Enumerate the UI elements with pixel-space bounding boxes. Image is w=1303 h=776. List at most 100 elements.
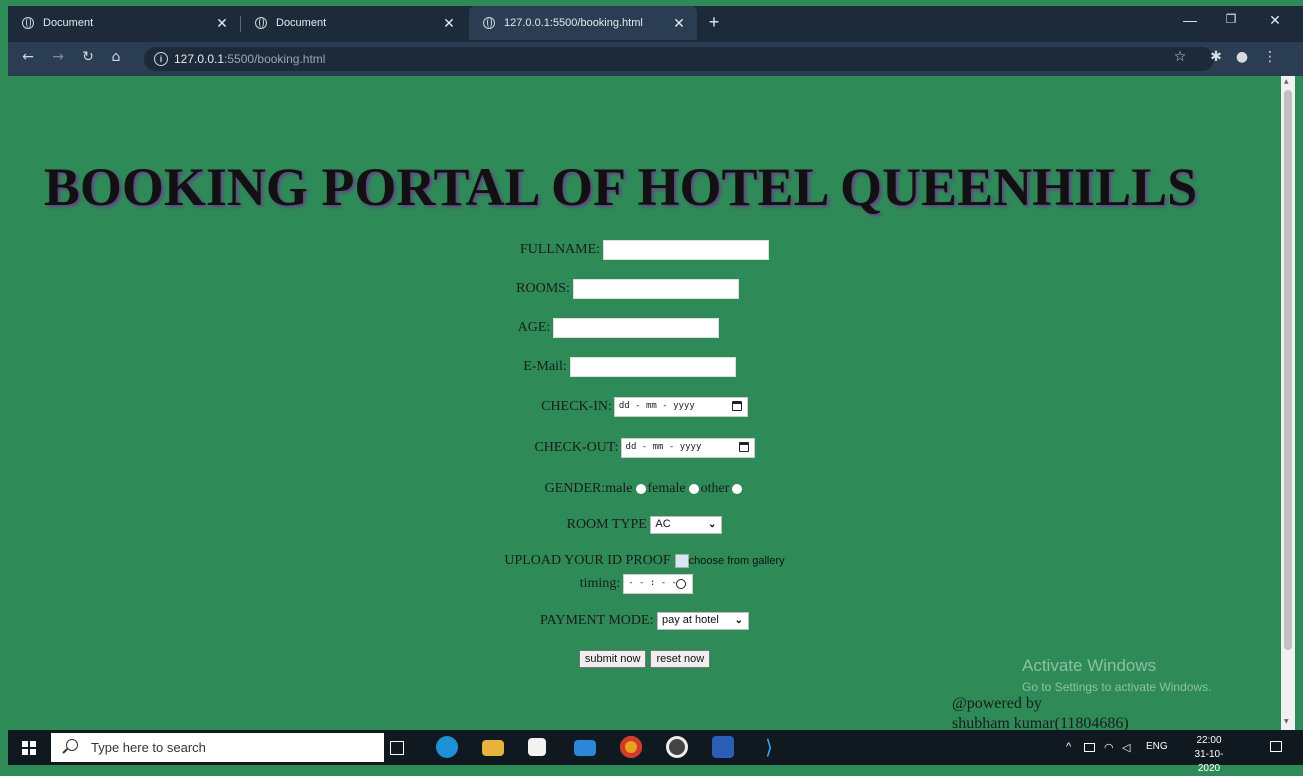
globe-icon <box>255 17 267 29</box>
taskbar-clock[interactable]: 22:00 31-10-2020 <box>1184 734 1234 776</box>
reset-button[interactable]: reset now <box>650 650 711 668</box>
email-label: E-Mail: <box>523 359 567 374</box>
checkin-date-input[interactable]: dd - mm - yyyy <box>613 397 748 417</box>
forward-arrow-icon[interactable]: → <box>48 49 68 65</box>
file-explorer-icon[interactable] <box>482 740 504 756</box>
word-icon[interactable] <box>712 736 734 758</box>
mail-icon[interactable] <box>574 740 596 756</box>
calendar-icon[interactable] <box>738 442 749 452</box>
powered-by-line: @powered by <box>952 695 1042 712</box>
close-icon[interactable]: ✕ <box>214 15 230 31</box>
restore-icon[interactable]: ❐ <box>1216 12 1246 26</box>
watermark-title: Activate Windows <box>1022 656 1157 675</box>
close-icon[interactable]: ✕ <box>441 15 457 31</box>
home-icon[interactable]: ⌂ <box>106 49 126 65</box>
address-bar[interactable]: i 127.0.0.1:5500/booking.html <box>144 47 1214 71</box>
browser-toolbar: ← → ↻ ⌂ i 127.0.0.1:5500/booking.html ☆ … <box>8 42 1303 76</box>
email-row: E-Mail: <box>8 357 1266 377</box>
scrollbar-thumb[interactable] <box>1284 90 1292 650</box>
bookmark-star-icon[interactable]: ☆ <box>1170 49 1190 65</box>
clock-date: 31-10-2020 <box>1194 749 1224 774</box>
broken-image-icon <box>674 554 689 568</box>
back-arrow-icon[interactable]: ← <box>18 49 38 65</box>
battery-icon[interactable] <box>1084 743 1095 752</box>
tab-document-2[interactable]: Document ✕ <box>241 6 467 40</box>
page-viewport: BOOKING PORTAL OF HOTEL QUEENHILLS FULLN… <box>8 76 1281 730</box>
reload-icon[interactable]: ↻ <box>78 49 98 65</box>
clock-icon[interactable] <box>676 579 687 589</box>
calendar-icon[interactable] <box>731 401 742 411</box>
search-icon <box>66 739 78 751</box>
roomtype-select[interactable]: AC ⌄ <box>650 516 723 534</box>
extensions-puzzle-icon[interactable]: ✱ <box>1206 49 1226 65</box>
tab-title: Document <box>276 17 327 29</box>
payment-selected-value: pay at hotel <box>661 614 719 626</box>
checkin-row: CHECK-IN: dd - mm - yyyy <box>8 397 1281 417</box>
language-indicator[interactable]: ENG <box>1146 741 1168 752</box>
page-scrollbar[interactable]: ▲ ▼ <box>1281 76 1295 730</box>
choose-from-gallery-input[interactable]: choose from gallery <box>689 555 785 567</box>
age-label: AGE: <box>517 320 551 335</box>
roomtype-label: ROOM TYPE <box>566 517 647 532</box>
chevron-down-icon: ⌄ <box>707 519 717 530</box>
gender-row: GENDER:male female other <box>8 481 1281 497</box>
new-tab-button[interactable]: + <box>704 12 724 33</box>
globe-icon <box>483 17 495 29</box>
gender-other-radio[interactable] <box>732 484 743 494</box>
window-close-icon[interactable]: ✕ <box>1260 12 1290 29</box>
chrome-browser-icon[interactable] <box>620 736 642 758</box>
roomtype-selected-value: AC <box>655 518 671 530</box>
watermark-subtitle: Go to Settings to activate Windows. <box>1022 680 1212 694</box>
scroll-down-arrow-icon[interactable]: ▼ <box>1284 718 1289 725</box>
payment-row: PAYMENT MODE: pay at hotel ⌄ <box>8 612 1281 630</box>
rooms-input[interactable] <box>572 279 739 299</box>
chevron-up-icon[interactable]: ^ <box>1066 741 1071 753</box>
time-placeholder: - - : - - <box>628 578 677 588</box>
edge-browser-icon[interactable] <box>436 736 458 758</box>
powered-by-credit: @powered by shubham kumar(11804686) <box>952 694 1129 730</box>
browser-tab-bar: Document ✕ Document ✕ 127.0.0.1:5500/boo… <box>8 6 1303 42</box>
search-placeholder: Type here to search <box>91 740 206 755</box>
close-icon[interactable]: ✕ <box>671 15 687 31</box>
payment-label: PAYMENT MODE: <box>540 613 654 628</box>
timing-label: timing: <box>579 576 621 591</box>
author-line: shubham kumar(11804686) <box>952 715 1129 730</box>
windows-start-icon[interactable] <box>22 741 36 755</box>
gender-option-label: other <box>700 481 730 496</box>
fullname-input[interactable] <box>603 240 770 260</box>
wifi-icon[interactable]: ◠ <box>1104 741 1114 754</box>
info-icon[interactable]: i <box>154 52 168 66</box>
menu-kebab-icon[interactable]: ⋮ <box>1260 49 1280 65</box>
date-placeholder: dd - mm - yyyy <box>618 401 695 411</box>
vscode-icon[interactable]: ⟩ <box>758 736 780 758</box>
gender-female-radio[interactable] <box>688 484 699 494</box>
gender-option-label: female <box>647 481 686 496</box>
activate-windows-watermark: Activate Windows Go to Settings to activ… <box>1022 656 1211 694</box>
timing-input[interactable]: - - : - - <box>623 574 694 594</box>
date-placeholder: dd - mm - yyyy <box>625 442 702 452</box>
checkin-label: CHECK-IN: <box>541 399 612 414</box>
tab-title: 127.0.0.1:5500/booking.html <box>504 17 643 29</box>
store-bag-icon[interactable] <box>528 738 546 756</box>
age-input[interactable] <box>553 318 720 338</box>
gender-male-radio[interactable] <box>635 484 646 494</box>
notification-icon[interactable] <box>1270 741 1282 752</box>
upload-label: UPLOAD YOUR ID PROOF <box>504 553 671 568</box>
email-input[interactable] <box>569 357 736 377</box>
minimize-icon[interactable]: — <box>1175 12 1205 28</box>
media-player-icon[interactable] <box>666 736 688 758</box>
taskbar-search-box[interactable]: Type here to search <box>51 733 384 762</box>
scroll-up-arrow-icon[interactable]: ▲ <box>1284 78 1289 85</box>
checkout-date-input[interactable]: dd - mm - yyyy <box>620 438 755 458</box>
timing-row: timing: - - : - - <box>8 574 1273 594</box>
tab-booking[interactable]: 127.0.0.1:5500/booking.html ✕ <box>469 6 697 40</box>
volume-icon[interactable]: ◁ <box>1122 741 1130 754</box>
chevron-down-icon: ⌄ <box>734 615 743 626</box>
checkout-label: CHECK-OUT: <box>534 440 619 455</box>
tab-document-1[interactable]: Document ✕ <box>8 6 240 40</box>
submit-button[interactable]: submit now <box>578 650 647 668</box>
payment-select[interactable]: pay at hotel ⌄ <box>656 612 749 630</box>
task-view-icon[interactable] <box>390 741 404 755</box>
profile-avatar-icon[interactable]: ● <box>1232 49 1252 65</box>
globe-icon <box>22 17 34 29</box>
